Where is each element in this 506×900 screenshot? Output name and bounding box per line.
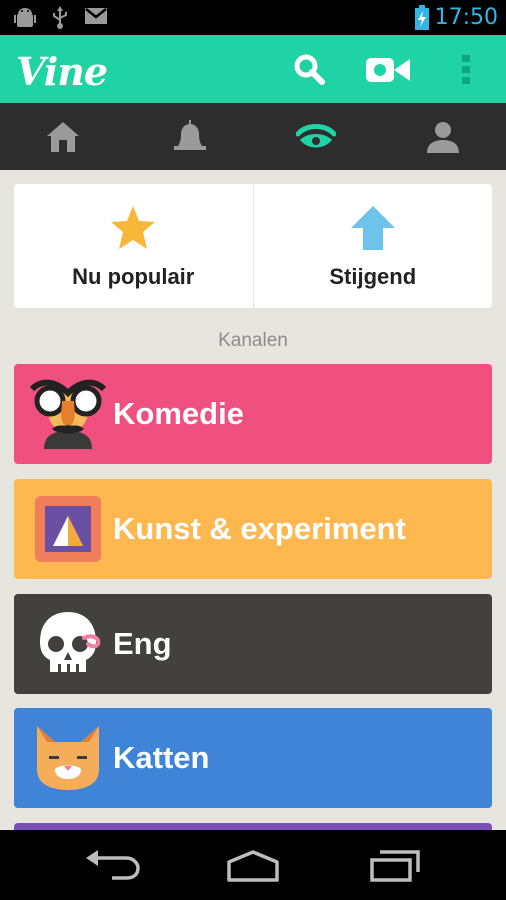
arrow-up-icon — [350, 206, 395, 250]
featured-card: Nu populair Stijgend — [14, 184, 492, 308]
cat-icon — [37, 726, 99, 790]
channel-comedy[interactable]: Komedie — [14, 364, 492, 464]
usb-icon — [53, 6, 67, 29]
app-logo: Vine — [16, 49, 108, 94]
channel-scary[interactable]: Eng — [14, 594, 492, 694]
video-camera-icon[interactable] — [364, 52, 412, 88]
home-icon — [47, 121, 80, 152]
home-nav-icon[interactable] — [223, 848, 283, 884]
clock: 17:50 — [434, 5, 498, 30]
explore-content: Nu populair Stijgend Kanalen Komedie Kun… — [0, 170, 506, 830]
channel-art-experimental[interactable]: Kunst & experiment — [14, 479, 492, 579]
profile-icon — [426, 121, 459, 153]
channel-cats[interactable]: Katten — [14, 708, 492, 808]
recent-apps-icon[interactable] — [366, 848, 426, 884]
tab-explore[interactable] — [253, 103, 380, 170]
android-debug-icon — [14, 8, 36, 27]
picture-frame-icon — [35, 496, 101, 562]
system-nav-bar — [0, 830, 506, 900]
channels-header: Kanalen — [218, 330, 288, 351]
channel-label: Kunst & experiment — [113, 511, 406, 546]
tab-profile[interactable] — [380, 103, 506, 170]
popular-button[interactable]: Nu populair — [14, 184, 253, 308]
channel-label: Komedie — [113, 396, 244, 431]
channel-label: Katten — [113, 740, 210, 775]
channel-next-partial[interactable] — [14, 823, 492, 830]
action-bar: Vine — [0, 35, 506, 103]
status-bar: 17:50 — [0, 0, 506, 35]
search-icon[interactable] — [292, 52, 328, 88]
overflow-menu-icon[interactable] — [458, 52, 474, 88]
tab-bar — [0, 103, 506, 170]
skull-icon — [40, 612, 101, 672]
star-icon — [111, 206, 156, 249]
popular-label: Nu populair — [72, 264, 195, 289]
back-icon[interactable] — [82, 848, 142, 884]
eye-icon — [296, 123, 337, 147]
bell-icon — [173, 119, 206, 150]
battery-charging-icon — [415, 5, 429, 30]
trending-label: Stijgend — [329, 264, 417, 289]
gmail-icon — [85, 8, 107, 24]
trending-button[interactable]: Stijgend — [254, 184, 493, 308]
disguise-glasses-icon — [30, 379, 106, 449]
channel-label: Eng — [113, 626, 172, 661]
tab-notifications[interactable] — [127, 103, 254, 170]
tab-home[interactable] — [0, 103, 127, 170]
